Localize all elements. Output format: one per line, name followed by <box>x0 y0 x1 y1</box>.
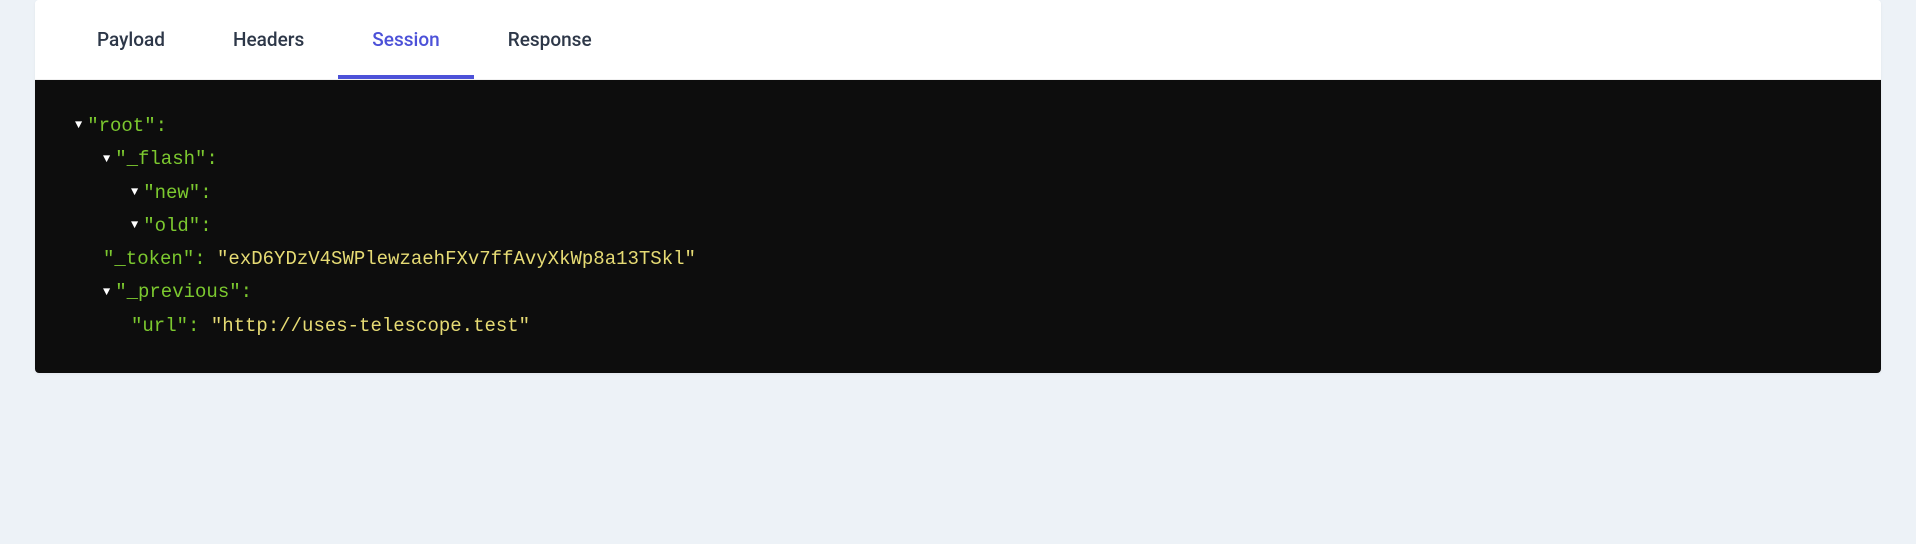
json-value: "http://uses-telescope.test" <box>211 315 530 337</box>
tabs: Payload Headers Session Response <box>35 0 1881 80</box>
json-colon: : <box>206 148 217 170</box>
detail-card: Payload Headers Session Response ▼"root"… <box>35 0 1881 373</box>
tab-payload[interactable]: Payload <box>63 0 199 79</box>
tree-row-flash[interactable]: ▼"_flash": <box>75 143 1841 176</box>
tab-headers[interactable]: Headers <box>199 0 338 79</box>
tree-row-previous[interactable]: ▼"_previous": <box>75 276 1841 309</box>
json-colon: : <box>188 315 199 337</box>
json-key: "root" <box>87 115 155 137</box>
caret-down-icon: ▼ <box>131 215 138 236</box>
json-colon: : <box>200 182 211 204</box>
json-colon: : <box>200 215 211 237</box>
tree-row-url: "url": "http://uses-telescope.test" <box>75 310 1841 343</box>
caret-down-icon: ▼ <box>103 149 110 170</box>
caret-down-icon: ▼ <box>131 182 138 203</box>
json-key: "_token" <box>103 248 194 270</box>
json-key: "_flash" <box>115 148 206 170</box>
json-key: "_previous" <box>115 281 240 303</box>
tree-row-root[interactable]: ▼"root": <box>75 110 1841 143</box>
json-value: "exD6YDzV4SWPlewzaehFXv7ffAvyXkWp8a13TSk… <box>217 248 696 270</box>
json-key: "url" <box>131 315 188 337</box>
json-key: "new" <box>143 182 200 204</box>
json-key: "old" <box>143 215 200 237</box>
json-colon: : <box>194 248 205 270</box>
tree-row-token: "_token": "exD6YDzV4SWPlewzaehFXv7ffAvyX… <box>75 243 1841 276</box>
caret-down-icon: ▼ <box>103 282 110 303</box>
session-panel: ▼"root": ▼"_flash": ▼"new": ▼"old": "_to… <box>35 80 1881 373</box>
caret-down-icon: ▼ <box>75 115 82 136</box>
json-colon: : <box>241 281 252 303</box>
json-colon: : <box>156 115 167 137</box>
tab-response[interactable]: Response <box>474 0 626 79</box>
tree-row-new[interactable]: ▼"new": <box>75 177 1841 210</box>
tab-session[interactable]: Session <box>338 0 473 79</box>
tree-row-old[interactable]: ▼"old": <box>75 210 1841 243</box>
